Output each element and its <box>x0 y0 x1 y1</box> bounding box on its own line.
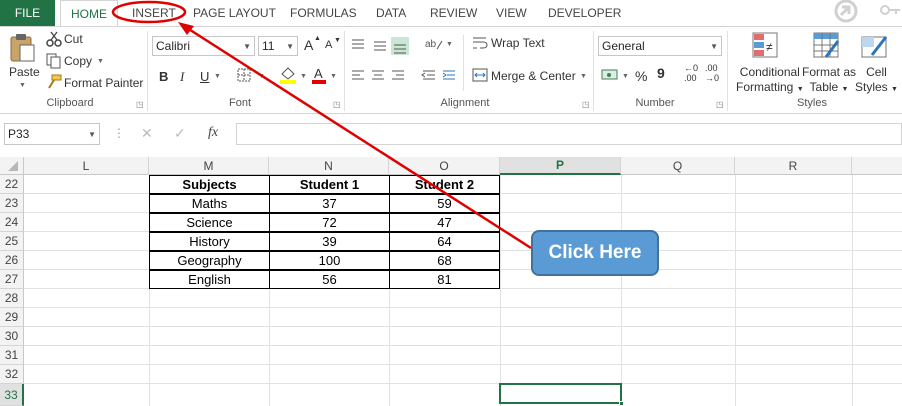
arrow-head-icon <box>178 22 194 35</box>
pointer-arrow-line <box>183 24 532 250</box>
annotation-overlay <box>111 0 532 250</box>
insert-highlight-ellipse <box>111 0 187 24</box>
click-here-callout: Click Here <box>531 230 659 276</box>
